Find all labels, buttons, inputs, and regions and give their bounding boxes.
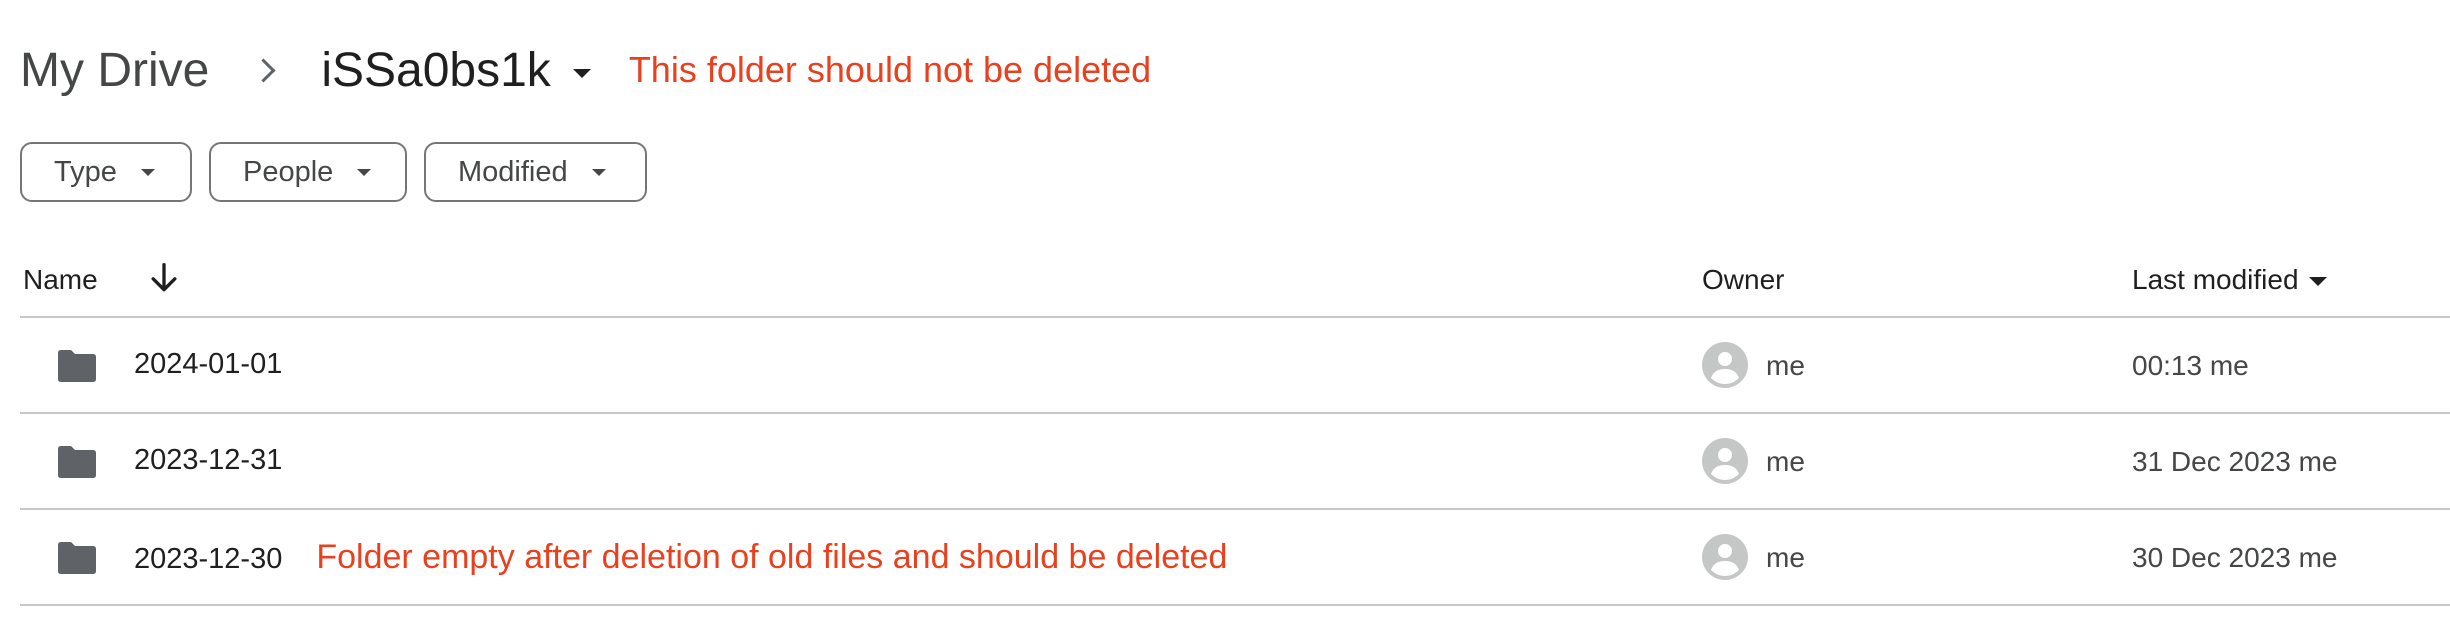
owner-name: me — [1766, 446, 1805, 477]
file-name-text: 2023-12-30 — [134, 543, 283, 575]
file-name: 2024-01-01 — [134, 348, 282, 381]
filter-bar: Type People Modified — [20, 142, 664, 202]
filter-people-label: People — [243, 155, 334, 188]
row-annotation: Folder empty after deletion of old files… — [316, 538, 1228, 576]
filter-modified-label: Modified — [458, 155, 568, 188]
dropdown-arrow-icon — [357, 168, 372, 176]
owner-name: me — [1766, 350, 1805, 381]
dropdown-arrow-icon — [140, 168, 155, 176]
file-name: 2023-12-31 — [134, 444, 282, 477]
folder-icon — [58, 350, 96, 382]
chevron-right-icon — [249, 54, 281, 86]
drive-folder-view: My Drive iSSa0bs1k This folder should no… — [0, 0, 2450, 632]
table-row[interactable]: 2024-01-01 me 00:13 me — [20, 318, 2450, 414]
filter-modified-button[interactable]: Modified — [424, 142, 647, 202]
last-modified: 00:13 me — [2132, 350, 2249, 381]
account-circle-icon — [1702, 534, 1748, 580]
current-folder-name: iSSa0bs1k — [321, 43, 551, 97]
file-name-text: 2024-01-01 — [134, 348, 283, 380]
file-name: 2023-12-30 Folder empty after deletion o… — [134, 538, 1228, 579]
last-modified: 31 Dec 2023 me — [2132, 446, 2338, 477]
table-row[interactable]: 2023-12-31 me 31 Dec 2023 me — [20, 414, 2450, 510]
account-circle-icon — [1702, 342, 1748, 388]
breadcrumb-current-folder[interactable]: iSSa0bs1k — [321, 43, 591, 98]
filter-type-label: Type — [54, 155, 117, 188]
account-circle-icon — [1702, 438, 1748, 484]
table-row[interactable]: 2023-12-30 Folder empty after deletion o… — [20, 510, 2450, 606]
column-header-owner: Owner — [1702, 264, 1785, 295]
file-name-text: 2023-12-31 — [134, 444, 283, 476]
filter-type-button[interactable]: Type — [20, 142, 192, 202]
column-header-name[interactable]: Name — [23, 264, 98, 296]
breadcrumb: My Drive iSSa0bs1k This folder should no… — [20, 36, 1151, 104]
folder-icon — [58, 542, 96, 574]
folder-annotation: This folder should not be deleted — [628, 49, 1152, 90]
folder-icon — [58, 446, 96, 478]
dropdown-arrow-icon — [2308, 276, 2327, 286]
file-list: Name Owner Last modified 2024-01-01 me 0… — [20, 246, 2450, 606]
owner-name: me — [1766, 542, 1805, 573]
dropdown-arrow-icon — [591, 168, 606, 176]
column-header-last-modified-label: Last modified — [2132, 264, 2299, 295]
table-header: Name Owner Last modified — [20, 246, 2450, 318]
last-modified: 30 Dec 2023 me — [2132, 542, 2338, 573]
filter-people-button[interactable]: People — [209, 142, 407, 202]
breadcrumb-my-drive[interactable]: My Drive — [20, 43, 209, 98]
column-header-last-modified[interactable]: Last modified — [2132, 264, 2327, 296]
arrow-down-icon[interactable] — [144, 258, 184, 298]
dropdown-arrow-icon — [572, 68, 591, 78]
